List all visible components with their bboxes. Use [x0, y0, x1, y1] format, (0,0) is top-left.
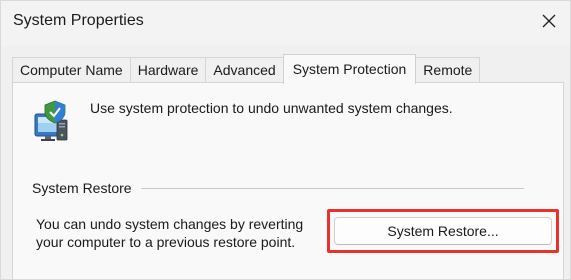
window-title: System Properties — [13, 12, 144, 29]
tab-computer-name[interactable]: Computer Name — [12, 57, 131, 83]
system-protection-panel: Use system protection to undo unwanted s… — [12, 82, 564, 279]
group-divider — [141, 188, 524, 189]
system-restore-group-title: System Restore — [32, 180, 132, 196]
system-restore-description: You can undo system changes by reverting… — [36, 215, 336, 251]
description-line: You can undo system changes by reverting — [36, 216, 304, 232]
system-protection-shield-icon — [33, 100, 73, 142]
tab-strip: Computer Name Hardware Advanced System P… — [12, 54, 481, 84]
intro-text: Use system protection to undo unwanted s… — [90, 100, 453, 116]
title-bar: System Properties — [1, 1, 570, 45]
tab-remote[interactable]: Remote — [415, 57, 481, 83]
description-line: your computer to a previous restore poin… — [36, 234, 296, 250]
close-icon — [542, 14, 556, 28]
close-button[interactable] — [526, 1, 570, 41]
system-restore-button[interactable]: System Restore... — [334, 217, 552, 245]
tab-advanced[interactable]: Advanced — [205, 57, 284, 83]
system-properties-window: System Properties Computer Name Hardware… — [0, 0, 571, 280]
tab-hardware[interactable]: Hardware — [129, 57, 207, 83]
tab-system-protection[interactable]: System Protection — [282, 54, 417, 84]
